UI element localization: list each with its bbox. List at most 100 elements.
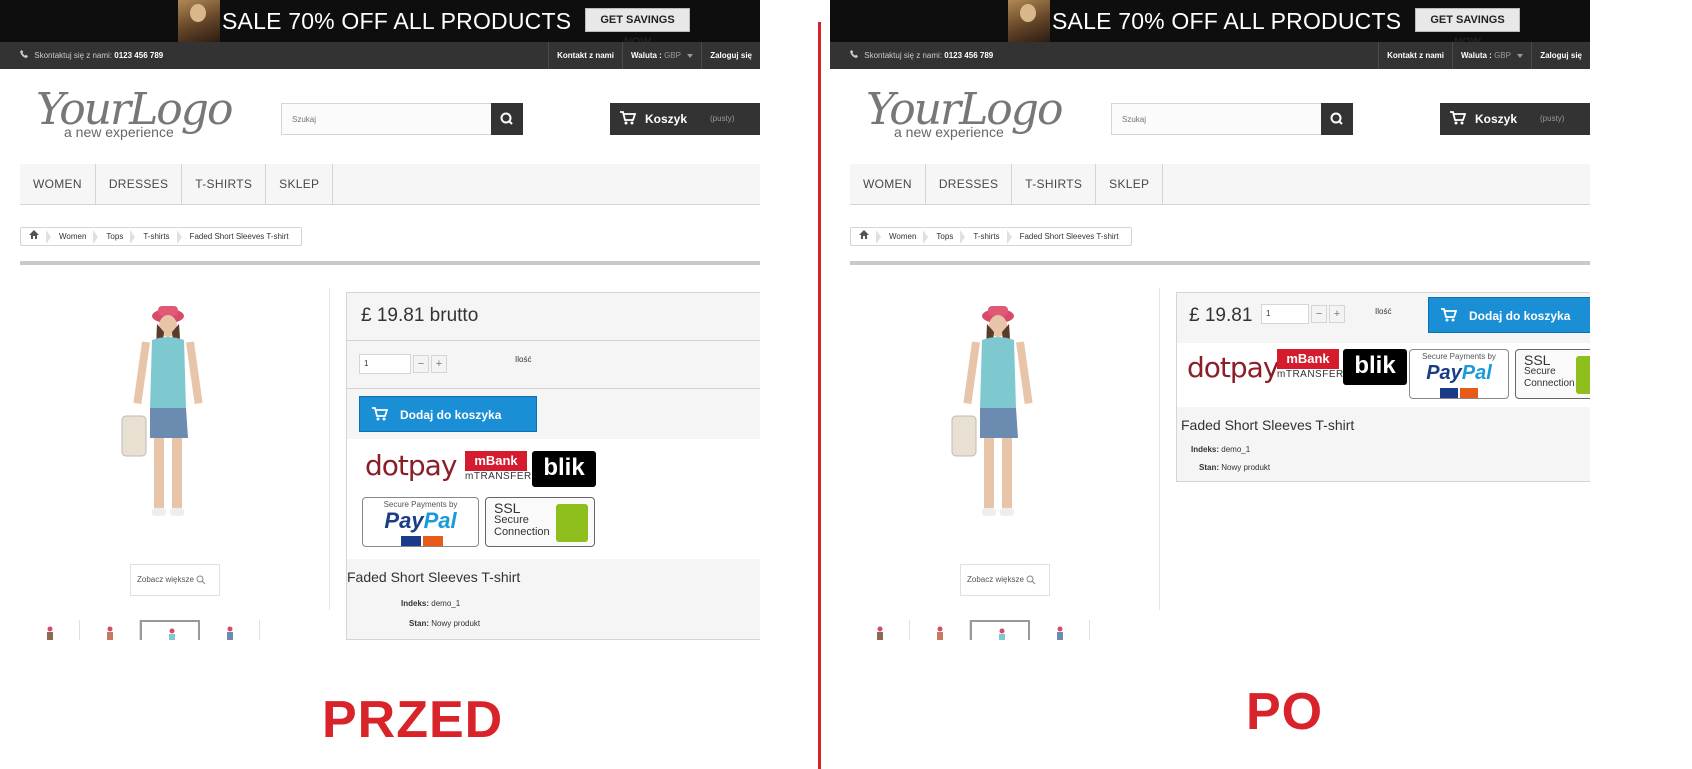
- mbank-label: mBank: [1277, 349, 1339, 369]
- login-link[interactable]: Zaloguj się: [701, 42, 760, 69]
- menu-item-tshirts[interactable]: T-SHIRTS: [182, 164, 267, 204]
- product-condition: Stan: Nowy produkt: [1199, 463, 1270, 472]
- currency-selector[interactable]: Waluta : GBP: [1452, 42, 1531, 69]
- phone-number: 0123 456 789: [114, 51, 164, 60]
- site-logo[interactable]: YourLogo a new experience: [36, 84, 233, 142]
- paypal-wordmark: PayPal: [1410, 361, 1508, 385]
- mbank-logo: mBank mTRANSFER: [465, 451, 531, 489]
- ssl-line2: Secure: [494, 514, 529, 526]
- thumbnail-strip: [850, 620, 1130, 640]
- currency-selector[interactable]: Waluta : GBP: [622, 42, 701, 69]
- breadcrumb-women[interactable]: Women: [881, 228, 929, 245]
- breadcrumb-tops[interactable]: Tops: [928, 228, 966, 245]
- zoom-icon: [1026, 575, 1036, 585]
- quantity-plus-button[interactable]: +: [1329, 305, 1345, 323]
- menu-item-women[interactable]: WOMEN: [850, 164, 926, 204]
- product-model-image: [951, 306, 1033, 516]
- main-menu: WOMEN DRESSES T-SHIRTS SKLEP: [850, 164, 1590, 205]
- breadcrumb-current: Faded Short Sleeves T-shirt: [189, 232, 289, 241]
- cart-label: Koszyk: [645, 112, 688, 126]
- quantity-stepper: 1 − +: [1261, 304, 1351, 326]
- contact-link[interactable]: Kontakt z nami: [1378, 42, 1452, 69]
- dotpay-logo: dotpay: [365, 449, 457, 482]
- phone-text: Skontaktuj się z nami:: [34, 51, 113, 60]
- promo-banner[interactable]: SALE 70% OFF ALL PRODUCTS GET SAVINGS NO…: [0, 0, 760, 48]
- login-link[interactable]: Zaloguj się: [1531, 42, 1590, 69]
- lock-icon: [556, 504, 588, 542]
- breadcrumb-home[interactable]: [851, 228, 881, 245]
- menu-item-women[interactable]: WOMEN: [20, 164, 96, 204]
- product-reference: Indeks: demo_1: [1191, 445, 1250, 454]
- currency-value: GBP: [1494, 51, 1511, 60]
- breadcrumb-tshirts[interactable]: T-shirts: [965, 228, 1012, 245]
- quantity-input[interactable]: 1: [359, 354, 411, 374]
- quantity-minus-button[interactable]: −: [1311, 305, 1327, 323]
- quantity-label: Ilość: [1375, 307, 1392, 316]
- thumbnail[interactable]: [200, 620, 260, 640]
- thumbnail-active[interactable]: [970, 620, 1030, 640]
- paypal-pal: Pal: [1461, 362, 1492, 384]
- panel-before: SALE 70% OFF ALL PRODUCTS GET SAVINGS NO…: [0, 0, 760, 640]
- breadcrumb-women[interactable]: Women: [51, 228, 99, 245]
- get-savings-button[interactable]: GET SAVINGS NOW: [1415, 8, 1520, 48]
- menu-item-sklep[interactable]: SKLEP: [266, 164, 334, 204]
- site-logo[interactable]: YourLogo a new experience: [866, 84, 1063, 142]
- zoom-label: Zobacz większe: [967, 575, 1024, 584]
- paypal-pay: Pay: [384, 508, 424, 533]
- cart-dropdown[interactable]: Koszyk (pusty): [1440, 103, 1590, 135]
- search-input[interactable]: [282, 104, 492, 134]
- zoom-label: Zobacz większe: [137, 575, 194, 584]
- cart-icon: [1441, 308, 1457, 322]
- phone-text: Skontaktuj się z nami:: [864, 51, 943, 60]
- quantity-input[interactable]: 1: [1261, 304, 1309, 324]
- quantity-row: 1 − + Ilość: [347, 341, 760, 389]
- breadcrumb-current: Faded Short Sleeves T-shirt: [1019, 232, 1119, 241]
- product-image-area[interactable]: Zobacz większe: [850, 288, 1160, 610]
- card-logos: [401, 536, 445, 546]
- quantity-stepper: 1 − +: [359, 354, 449, 376]
- breadcrumb-tops[interactable]: Tops: [98, 228, 136, 245]
- add-to-cart-button[interactable]: Dodaj do koszyka: [1428, 297, 1590, 333]
- add-to-cart-label: Dodaj do koszyka: [1469, 309, 1571, 323]
- zoom-button[interactable]: Zobacz większe: [130, 564, 220, 596]
- ssl-badge: SSL Secure Connection: [1515, 349, 1590, 399]
- breadcrumb-home[interactable]: [21, 228, 51, 245]
- quantity-minus-button[interactable]: −: [413, 355, 429, 373]
- search-input[interactable]: [1112, 104, 1322, 134]
- thumbnail[interactable]: [80, 620, 140, 640]
- menu-item-dresses[interactable]: DRESSES: [96, 164, 183, 204]
- ssl-line3: Connection: [494, 526, 550, 538]
- product-image-area[interactable]: Zobacz większe: [20, 288, 330, 610]
- contact-link[interactable]: Kontakt z nami: [548, 42, 622, 69]
- paypal-logo: Secure Payments by PayPal: [362, 497, 479, 547]
- search-button[interactable]: [491, 103, 523, 135]
- thumbnail[interactable]: [1030, 620, 1090, 640]
- menu-item-dresses[interactable]: DRESSES: [926, 164, 1013, 204]
- cart-icon: [620, 111, 636, 125]
- product-price: £ 19.81: [1189, 305, 1253, 326]
- payment-logos: dotpay mBank mTRANSFER blik Secure Payme…: [347, 439, 760, 559]
- quantity-plus-button[interactable]: +: [431, 355, 447, 373]
- caret-down-icon: [1517, 53, 1524, 58]
- lock-icon: [1576, 356, 1590, 394]
- thumbnail[interactable]: [910, 620, 970, 640]
- condition-value: Nowy produkt: [431, 619, 481, 628]
- thumbnail-active[interactable]: [140, 620, 200, 640]
- product-info-box: £ 19.81 1 − + Ilość Dodaj do koszyka dot…: [1176, 292, 1590, 482]
- breadcrumb-tshirts[interactable]: T-shirts: [135, 228, 182, 245]
- after-label: PO: [1246, 683, 1324, 741]
- zoom-button[interactable]: Zobacz większe: [960, 564, 1050, 596]
- search-button[interactable]: [1321, 103, 1353, 135]
- currency-value: GBP: [664, 51, 681, 60]
- menu-item-tshirts[interactable]: T-SHIRTS: [1012, 164, 1097, 204]
- cart-dropdown[interactable]: Koszyk (pusty): [610, 103, 760, 135]
- divider-line: [850, 261, 1590, 265]
- thumbnail[interactable]: [850, 620, 910, 640]
- add-to-cart-button[interactable]: Dodaj do koszyka: [359, 396, 537, 432]
- phone-icon: [850, 50, 858, 58]
- get-savings-button[interactable]: GET SAVINGS NOW: [585, 8, 690, 48]
- search-icon: [1330, 112, 1343, 125]
- thumbnail[interactable]: [20, 620, 80, 640]
- menu-item-sklep[interactable]: SKLEP: [1096, 164, 1164, 204]
- promo-banner[interactable]: SALE 70% OFF ALL PRODUCTS GET SAVINGS NO…: [830, 0, 1590, 48]
